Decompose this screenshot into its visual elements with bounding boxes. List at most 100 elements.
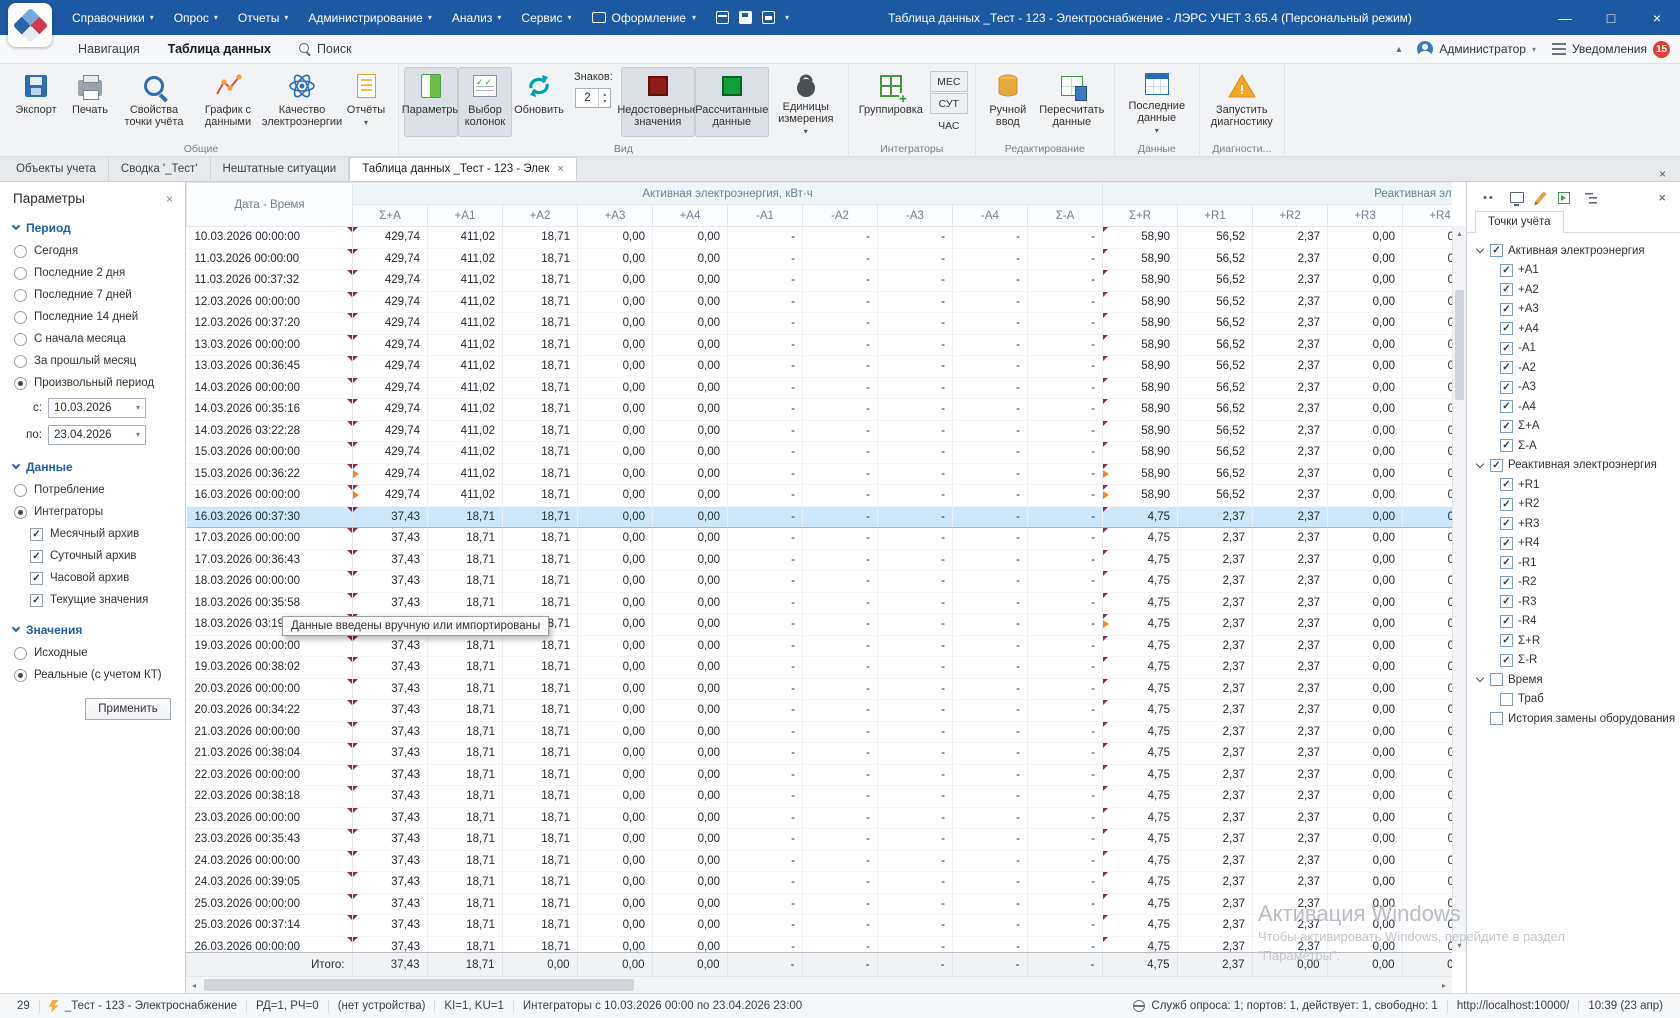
tree-checkbox[interactable]: ✓ bbox=[1500, 420, 1513, 433]
table-row[interactable]: 16.03.2026 00:37:3037,4318,7118,710,000,… bbox=[187, 506, 1453, 528]
table-cell[interactable]: - bbox=[728, 377, 803, 399]
table-cell[interactable]: 411,02 bbox=[428, 485, 503, 507]
column-header[interactable]: +A3 bbox=[578, 205, 653, 227]
table-cell[interactable]: 4,75 bbox=[1103, 678, 1178, 700]
table-cell[interactable]: 18,71 bbox=[503, 334, 578, 356]
table-cell[interactable]: 0,00 bbox=[653, 356, 728, 378]
table-cell[interactable]: 0,00 bbox=[1403, 893, 1452, 915]
table-cell[interactable]: 2,37 bbox=[1253, 700, 1328, 722]
table-cell[interactable]: 58,90 bbox=[1103, 248, 1178, 270]
table-cell[interactable]: 0,00 bbox=[653, 936, 728, 952]
table-cell[interactable]: 2,37 bbox=[1178, 915, 1253, 937]
table-cell[interactable]: - bbox=[803, 721, 878, 743]
table-cell[interactable]: 2,37 bbox=[1253, 743, 1328, 765]
tree-checkbox[interactable]: ✓ bbox=[1500, 576, 1513, 589]
table-cell[interactable]: - bbox=[953, 485, 1028, 507]
table-cell[interactable]: 18,71 bbox=[428, 549, 503, 571]
table-cell[interactable]: - bbox=[1028, 227, 1103, 249]
table-row[interactable]: 15.03.2026 00:36:22429,74411,0218,710,00… bbox=[187, 463, 1453, 485]
table-cell[interactable]: 0,00 bbox=[1403, 334, 1452, 356]
device-view-icon[interactable] bbox=[1510, 192, 1524, 203]
table-cell[interactable]: - bbox=[803, 227, 878, 249]
table-cell[interactable]: 0,00 bbox=[1403, 872, 1452, 894]
table-cell[interactable]: 0,00 bbox=[1328, 485, 1403, 507]
cell-date[interactable]: 13.03.2026 00:00:00 bbox=[187, 334, 353, 356]
table-cell[interactable]: 2,37 bbox=[1253, 678, 1328, 700]
table-cell[interactable]: - bbox=[728, 442, 803, 464]
close-points-panel-icon[interactable]: × bbox=[1658, 190, 1666, 205]
values-section-header[interactable]: Значения bbox=[0, 611, 185, 642]
tree-item[interactable]: ✓-R1 bbox=[1475, 553, 1676, 573]
table-cell[interactable]: 18,71 bbox=[503, 377, 578, 399]
table-cell[interactable]: 0,00 bbox=[1328, 893, 1403, 915]
table-cell[interactable]: 18,71 bbox=[503, 850, 578, 872]
table-cell[interactable]: 37,43 bbox=[353, 571, 428, 593]
radio-option[interactable]: Сегодня bbox=[0, 240, 185, 262]
tree-item[interactable]: ✓Σ-R bbox=[1475, 651, 1676, 671]
table-cell[interactable]: 2,37 bbox=[1178, 850, 1253, 872]
table-cell[interactable]: 18,71 bbox=[503, 764, 578, 786]
ribbon-button[interactable]: Экспорт bbox=[9, 67, 63, 137]
column-header[interactable]: +A1 bbox=[428, 205, 503, 227]
table-cell[interactable]: - bbox=[953, 764, 1028, 786]
table-cell[interactable]: 56,52 bbox=[1178, 463, 1253, 485]
table-cell[interactable]: 411,02 bbox=[428, 463, 503, 485]
table-cell[interactable]: 0,00 bbox=[653, 614, 728, 636]
table-cell[interactable]: 2,37 bbox=[1253, 872, 1328, 894]
table-cell[interactable]: 18,71 bbox=[503, 399, 578, 421]
table-cell[interactable]: - bbox=[728, 850, 803, 872]
table-cell[interactable]: 411,02 bbox=[428, 291, 503, 313]
table-cell[interactable]: 37,43 bbox=[353, 549, 428, 571]
cell-date[interactable]: 25.03.2026 00:00:00 bbox=[187, 893, 353, 915]
table-cell[interactable]: 2,37 bbox=[1253, 356, 1328, 378]
radio-icon[interactable] bbox=[14, 669, 27, 682]
table-cell[interactable]: 2,37 bbox=[1253, 786, 1328, 808]
table-cell[interactable]: - bbox=[803, 743, 878, 765]
table-cell[interactable]: 37,43 bbox=[353, 678, 428, 700]
table-cell[interactable]: - bbox=[728, 571, 803, 593]
table-cell[interactable]: 37,43 bbox=[353, 743, 428, 765]
radio-option[interactable]: Последние 2 дня bbox=[0, 262, 185, 284]
table-row[interactable]: 12.03.2026 00:37:20429,74411,0218,710,00… bbox=[187, 313, 1453, 335]
table-cell[interactable]: - bbox=[1028, 764, 1103, 786]
table-cell[interactable]: 18,71 bbox=[503, 528, 578, 550]
column-header[interactable]: Σ-A bbox=[1028, 205, 1103, 227]
table-cell[interactable]: 37,43 bbox=[353, 829, 428, 851]
table-cell[interactable]: - bbox=[953, 356, 1028, 378]
radio-option[interactable]: За прошлый месяц bbox=[0, 350, 185, 372]
more-options-icon[interactable]: •• bbox=[1483, 194, 1495, 202]
table-cell[interactable]: - bbox=[953, 227, 1028, 249]
table-cell[interactable]: 0,00 bbox=[1328, 248, 1403, 270]
table-cell[interactable]: 18,71 bbox=[503, 442, 578, 464]
tree-checkbox[interactable]: ✓ bbox=[1500, 381, 1513, 394]
table-cell[interactable]: - bbox=[728, 549, 803, 571]
checkbox-icon[interactable]: ✓ bbox=[30, 550, 43, 563]
table-cell[interactable]: - bbox=[1028, 248, 1103, 270]
column-header-date[interactable]: Дата - Время bbox=[187, 183, 353, 227]
table-cell[interactable]: - bbox=[878, 893, 953, 915]
table-cell[interactable]: 0,00 bbox=[1328, 721, 1403, 743]
table-cell[interactable]: 18,71 bbox=[503, 743, 578, 765]
radio-icon[interactable] bbox=[14, 289, 27, 302]
table-cell[interactable]: 0,00 bbox=[578, 485, 653, 507]
table-cell[interactable]: - bbox=[878, 571, 953, 593]
table-cell[interactable]: 0,00 bbox=[1328, 549, 1403, 571]
table-cell[interactable]: 0,00 bbox=[578, 936, 653, 952]
table-cell[interactable]: 4,75 bbox=[1103, 743, 1178, 765]
table-cell[interactable]: 0,00 bbox=[578, 291, 653, 313]
cell-date[interactable]: 22.03.2026 00:00:00 bbox=[187, 764, 353, 786]
table-cell[interactable]: - bbox=[878, 764, 953, 786]
table-cell[interactable]: 4,75 bbox=[1103, 936, 1178, 952]
table-cell[interactable]: - bbox=[803, 807, 878, 829]
table-cell[interactable]: - bbox=[728, 270, 803, 292]
table-cell[interactable]: 37,43 bbox=[353, 807, 428, 829]
table-cell[interactable]: - bbox=[878, 850, 953, 872]
table-cell[interactable]: - bbox=[1028, 442, 1103, 464]
table-cell[interactable]: 18,71 bbox=[503, 893, 578, 915]
table-cell[interactable]: 0,00 bbox=[578, 915, 653, 937]
table-cell[interactable]: 2,37 bbox=[1253, 334, 1328, 356]
table-cell[interactable]: - bbox=[878, 270, 953, 292]
table-cell[interactable]: 411,02 bbox=[428, 420, 503, 442]
table-cell[interactable]: - bbox=[878, 678, 953, 700]
table-cell[interactable]: - bbox=[1028, 377, 1103, 399]
